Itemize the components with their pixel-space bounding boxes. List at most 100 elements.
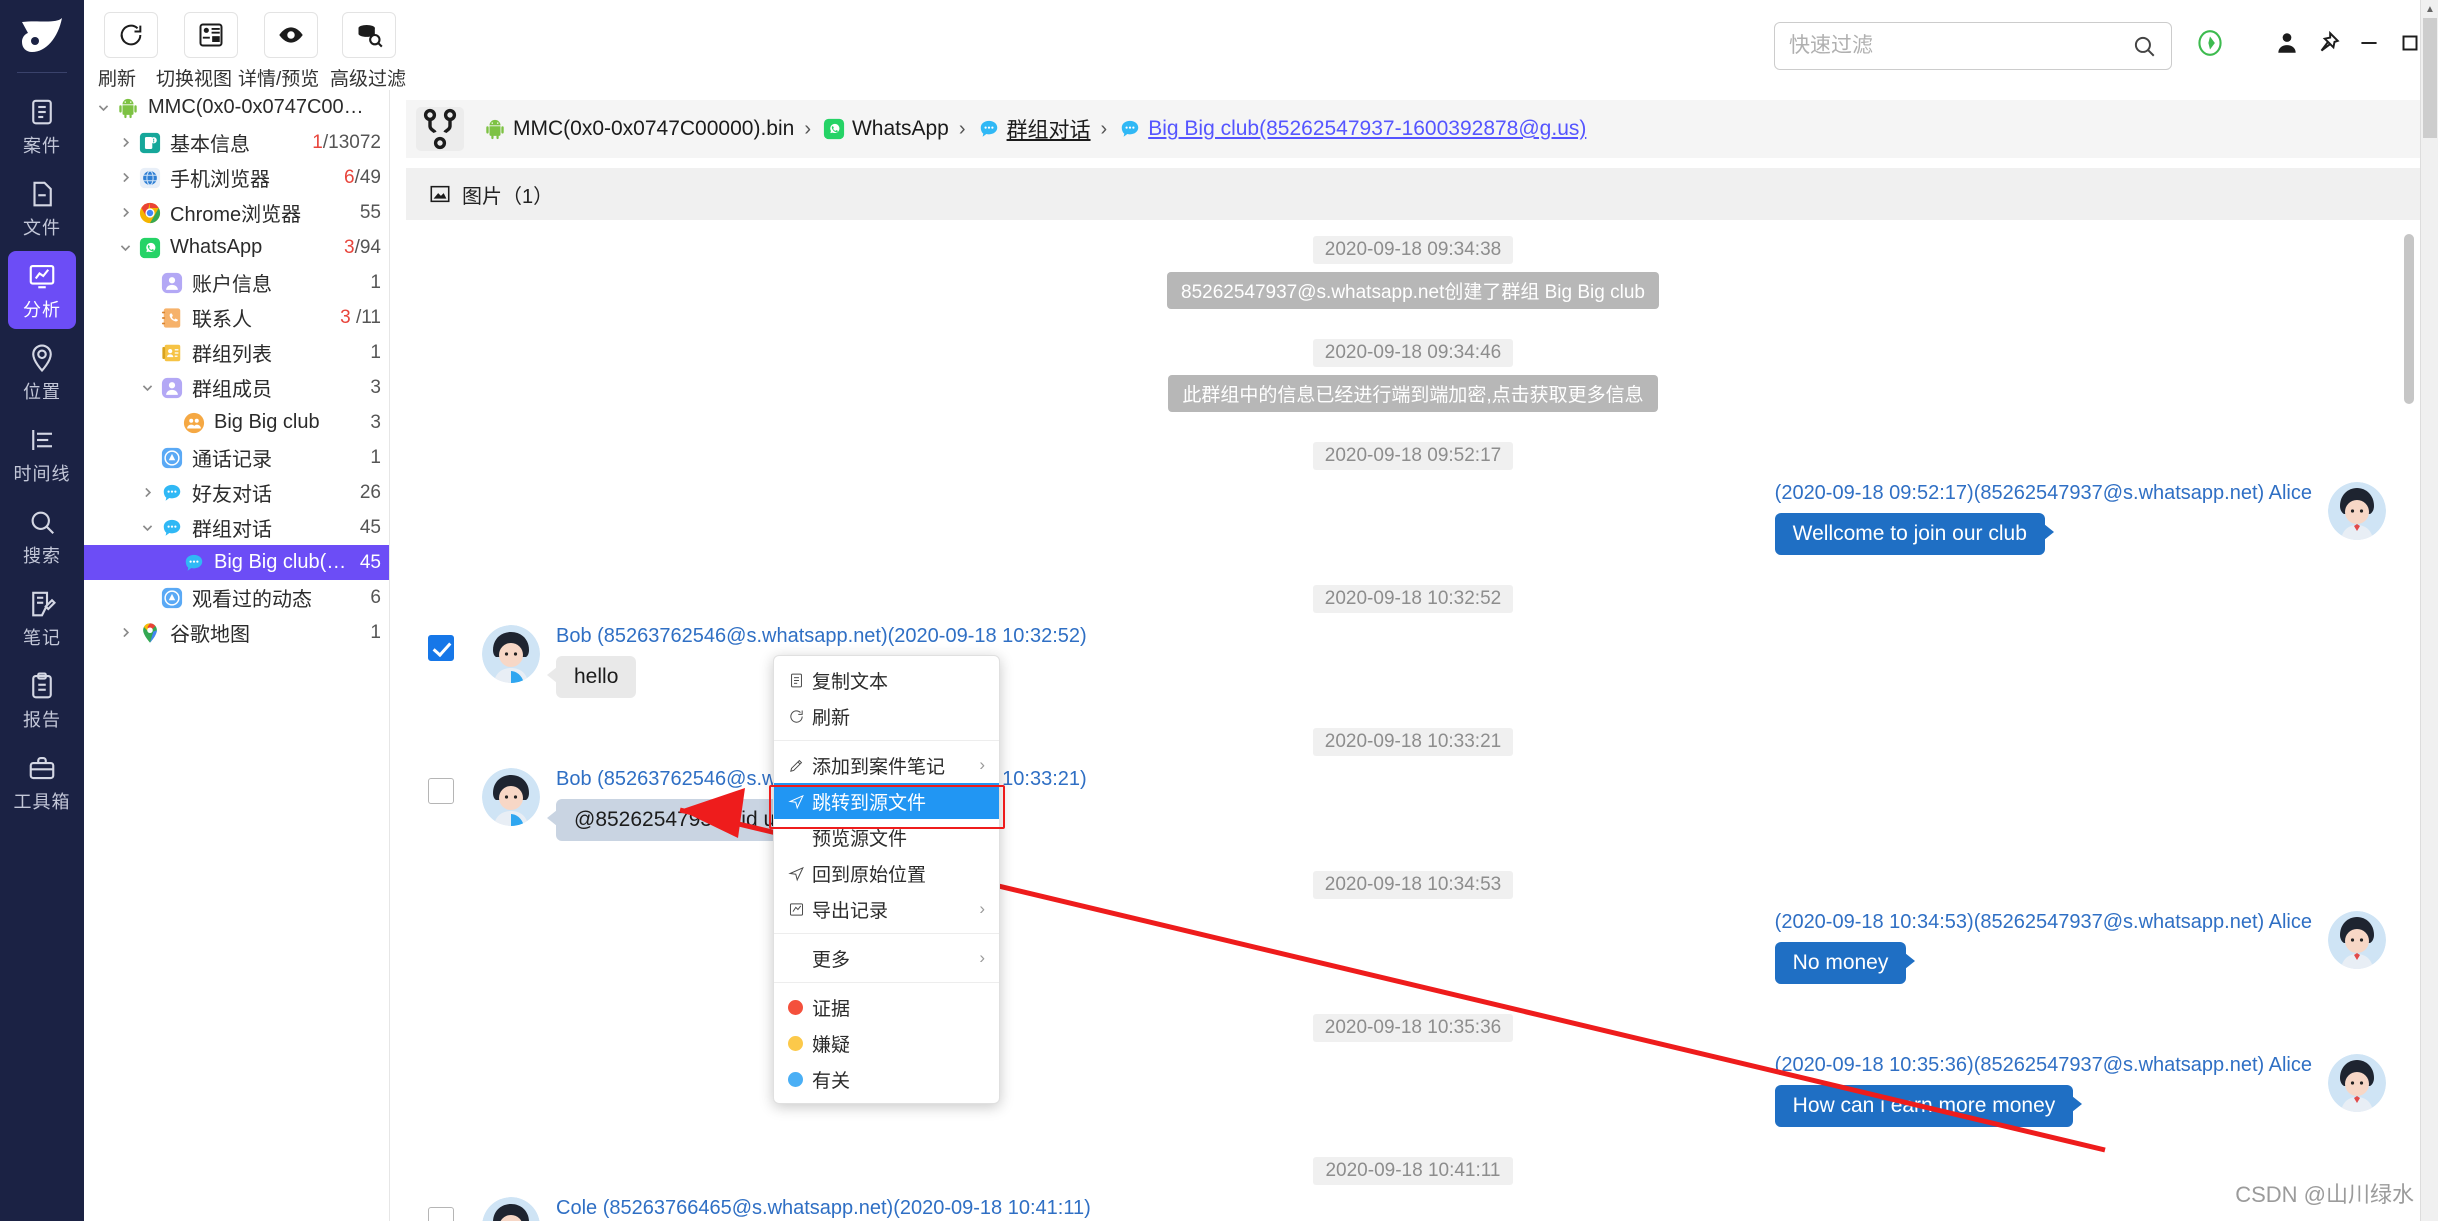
minimize-icon[interactable]: [2356, 30, 2382, 61]
context-menu-item[interactable]: 添加到案件笔记 ›: [774, 747, 999, 783]
chevron-down-icon[interactable]: [136, 521, 158, 534]
chat-message-list[interactable]: 2020-09-18 09:34:38 85262547937@s.whatsap…: [406, 220, 2420, 1221]
message-select-checkbox[interactable]: [428, 635, 454, 661]
refresh-button[interactable]: [104, 12, 158, 58]
user-icon[interactable]: [2274, 30, 2300, 61]
chat-icon: [976, 116, 1002, 142]
chevron-right-icon[interactable]: [136, 486, 158, 499]
tree-node[interactable]: 群组对话 45: [84, 510, 389, 545]
breadcrumb-item[interactable]: Big Big club(85262547937-1600392878@g.us…: [1117, 116, 1586, 142]
context-menu-item[interactable]: 预览源文件: [774, 819, 999, 855]
tree-node[interactable]: 通话记录 1: [84, 440, 389, 475]
chevron-right-icon[interactable]: [114, 206, 136, 219]
shield-status-icon[interactable]: [2197, 30, 2223, 61]
chat-message-row[interactable]: Bob (85263762546@s.whatsapp.net)(2020-09…: [406, 768, 2420, 841]
tree-node[interactable]: 联系人 3 /11: [84, 300, 389, 335]
message-select-checkbox[interactable]: [428, 1207, 454, 1221]
image-count-bar[interactable]: 图片（1）: [406, 168, 2420, 220]
breadcrumb-item[interactable]: 群组对话: [976, 114, 1091, 144]
chat-message-row[interactable]: Bob (85263762546@s.whatsapp.net)(2020-09…: [406, 625, 2420, 698]
message-sender[interactable]: Cole (85263766465@s.whatsapp.net)(2020-0…: [556, 1197, 1091, 1220]
tree-node-count: 6: [370, 586, 381, 608]
message-sender[interactable]: Bob (85263762546@s.whatsapp.net)(2020-09…: [556, 625, 1087, 648]
switch-view-button[interactable]: [184, 12, 238, 58]
sidebar-item-location[interactable]: 位置: [8, 333, 76, 411]
scroll-up-arrow[interactable]: ▲: [2421, 0, 2438, 18]
tree-node[interactable]: MMC(0x0-0x0747C0000...: [84, 90, 389, 125]
chat-message-row[interactable]: (2020-09-18 09:52:17)(85262547937@s.what…: [406, 482, 2420, 555]
tree-node[interactable]: 群组成员 3: [84, 370, 389, 405]
chevron-right-icon[interactable]: [114, 136, 136, 149]
detail-preview-button[interactable]: [264, 12, 318, 58]
chat-message-row[interactable]: Cole (85263766465@s.whatsapp.net)(2020-0…: [406, 1197, 2420, 1221]
breadcrumb-item-label[interactable]: Big Big club(85262547937-1600392878@g.us…: [1148, 117, 1586, 141]
sidebar-item-analysis[interactable]: 分析: [8, 251, 76, 329]
message-bubble[interactable]: Wellcome to join our club: [1774, 513, 2055, 555]
tree-node[interactable]: Big Big club(8... 45: [84, 545, 389, 580]
message-sender[interactable]: (2020-09-18 10:35:36)(85262547937@s.what…: [1775, 1054, 2312, 1077]
graph-view-button[interactable]: [416, 107, 464, 151]
tree-node[interactable]: 账户信息 1: [84, 265, 389, 300]
tree-node[interactable]: WhatsApp 3/94: [84, 230, 389, 265]
context-menu[interactable]: 复制文本 刷新添加到案件笔记 › 跳转到源文件预览源文件回到原始位置 导出记录 › 更多 › 证…: [773, 655, 1000, 1104]
message-select-checkbox[interactable]: [428, 778, 454, 804]
breadcrumb-item[interactable]: MMC(0x0-0x0747C00000).bin: [482, 116, 794, 142]
pin-icon[interactable]: [2315, 30, 2341, 61]
message-sender[interactable]: (2020-09-18 09:52:17)(85262547937@s.what…: [1775, 482, 2312, 505]
search-input-wrapper[interactable]: [1774, 22, 2172, 70]
breadcrumb-item-label[interactable]: MMC(0x0-0x0747C00000).bin: [513, 117, 794, 141]
tree-node[interactable]: 群组列表 1: [84, 335, 389, 370]
message-sender[interactable]: (2020-09-18 10:34:53)(85262547937@s.what…: [1775, 911, 2312, 934]
sidebar-item-report[interactable]: 报告: [8, 661, 76, 739]
search-icon[interactable]: [2131, 33, 2171, 59]
context-menu-item-label: 预览源文件: [812, 828, 908, 850]
breadcrumb-separator: ›: [1100, 117, 1108, 140]
context-menu-item[interactable]: 嫌疑: [774, 1025, 999, 1061]
message-bubble[interactable]: No money: [1774, 942, 1916, 984]
context-menu-item[interactable]: 证据: [774, 989, 999, 1025]
message-bubble[interactable]: How can i earn more money: [1774, 1085, 2082, 1127]
breadcrumb-item[interactable]: WhatsApp: [821, 116, 949, 142]
tree-node[interactable]: 基本信息 1/13072: [84, 125, 389, 160]
context-menu-item-label: 嫌疑: [812, 1034, 851, 1056]
tree-node[interactable]: 谷歌地图 1: [84, 615, 389, 650]
sidebar-item-case[interactable]: 案件: [8, 87, 76, 165]
sidebar-item-toolbox[interactable]: 工具箱: [8, 743, 76, 821]
context-menu-item[interactable]: 复制文本: [774, 662, 999, 698]
tree-node[interactable]: 观看过的动态 6: [84, 580, 389, 615]
context-menu-item[interactable]: 跳转到源文件: [774, 783, 999, 819]
context-menu-item[interactable]: 有关: [774, 1061, 999, 1097]
chat-scrollbar[interactable]: [2404, 226, 2414, 1215]
tree-node[interactable]: Big Big club 3: [84, 405, 389, 440]
context-menu-item[interactable]: 刷新: [774, 698, 999, 734]
sidebar-item-file[interactable]: 文件: [8, 169, 76, 247]
window-scrollbar[interactable]: ▲: [2420, 0, 2438, 1221]
message-timestamp: 2020-09-18 10:34:53: [406, 871, 2420, 899]
artifact-tree[interactable]: MMC(0x0-0x0747C0000... 基本信息 1/13072 手机浏览器 6/…: [84, 90, 390, 1221]
tree-node-label: 基本信息: [170, 134, 250, 156]
sidebar-item-note[interactable]: 笔记: [8, 579, 76, 657]
chat-message-row[interactable]: (2020-09-18 10:35:36)(85262547937@s.what…: [406, 1054, 2420, 1127]
chat-message-row[interactable]: (2020-09-18 10:34:53)(85262547937@s.what…: [406, 911, 2420, 984]
chevron-right-icon[interactable]: [114, 626, 136, 639]
chevron-down-icon[interactable]: [92, 101, 114, 114]
sidebar-item-timeline[interactable]: 时间线: [8, 415, 76, 493]
tree-node[interactable]: 好友对话 26: [84, 475, 389, 510]
breadcrumb-item-label[interactable]: 群组对话: [1007, 114, 1091, 144]
sidebar-item-search[interactable]: 搜索: [8, 497, 76, 575]
tree-node[interactable]: Chrome浏览器 55: [84, 195, 389, 230]
breadcrumb-item-label[interactable]: WhatsApp: [852, 117, 949, 141]
chat-scrollbar-thumb[interactable]: [2404, 234, 2414, 404]
chevron-down-icon[interactable]: [136, 381, 158, 394]
message-bubble[interactable]: hello: [546, 656, 637, 698]
chevron-down-icon[interactable]: [114, 241, 136, 254]
advanced-filter-button[interactable]: [342, 12, 396, 58]
avatar: [482, 625, 540, 683]
context-menu-item[interactable]: 更多 ›: [774, 940, 999, 976]
chevron-right-icon[interactable]: [114, 171, 136, 184]
search-input[interactable]: [1775, 23, 2131, 69]
tree-node[interactable]: 手机浏览器 6/49: [84, 160, 389, 195]
context-menu-item[interactable]: 回到原始位置: [774, 855, 999, 891]
window-scrollbar-thumb[interactable]: [2423, 18, 2437, 138]
context-menu-item[interactable]: 导出记录 ›: [774, 891, 999, 927]
